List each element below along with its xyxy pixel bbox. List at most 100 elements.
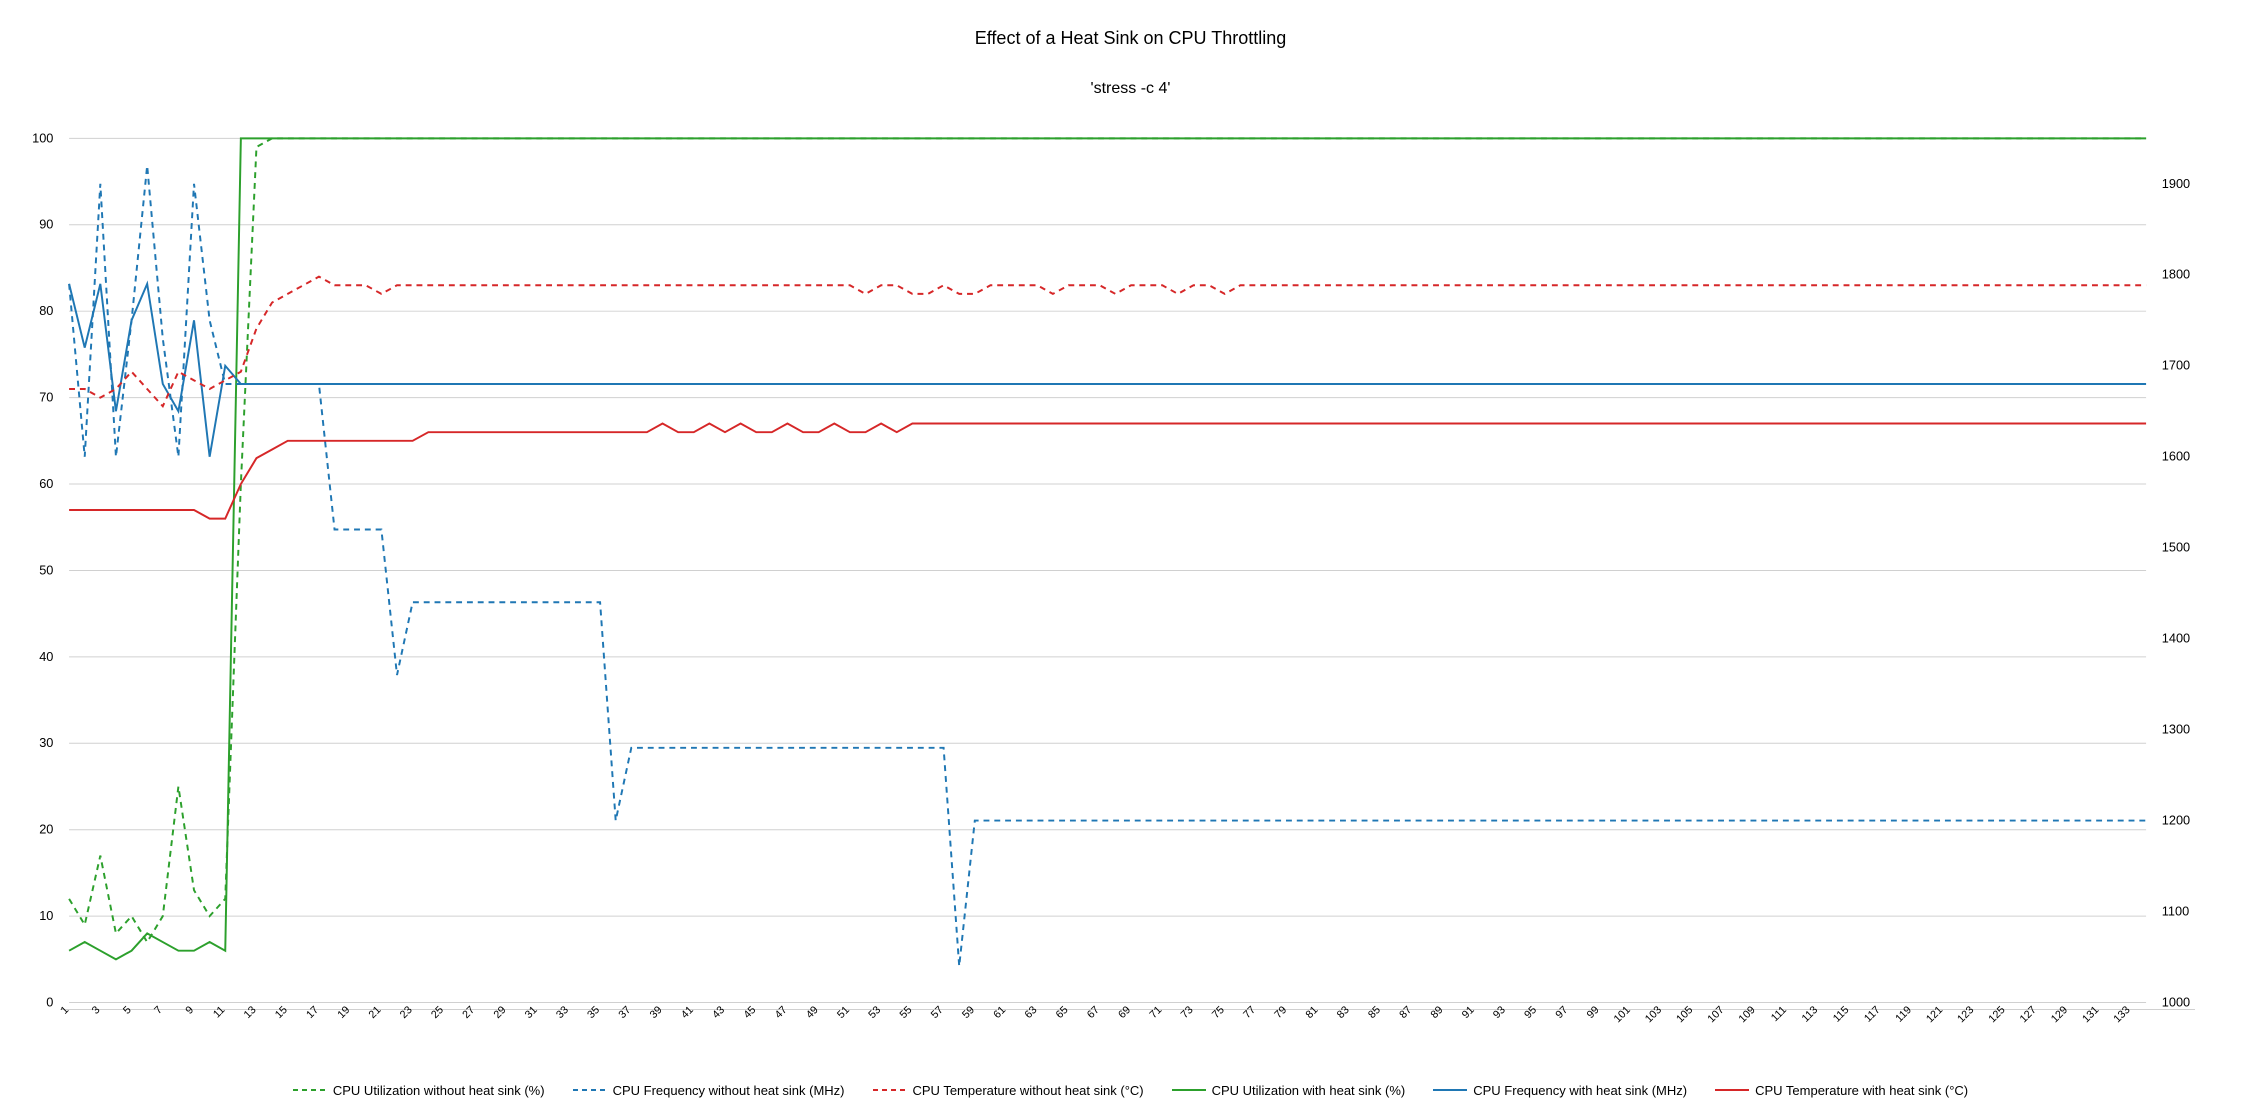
x-tick: 71 xyxy=(1147,1004,1164,1021)
x-tick: 49 xyxy=(804,1004,821,1021)
x-tick: 127 xyxy=(2018,1004,2039,1025)
series-line xyxy=(69,138,2146,959)
x-tick: 31 xyxy=(523,1004,540,1021)
x-tick: 97 xyxy=(1553,1004,1570,1021)
x-tick: 67 xyxy=(1085,1004,1102,1021)
legend-item: CPU Temperature without heat sink (°C) xyxy=(873,1083,1144,1098)
x-tick: 61 xyxy=(991,1004,1008,1021)
x-tick: 9 xyxy=(183,1004,196,1017)
legend-label: CPU Frequency without heat sink (MHz) xyxy=(613,1083,845,1098)
x-tick: 7 xyxy=(152,1004,165,1017)
y-left-tick: 70 xyxy=(39,390,53,405)
y-left-tick: 10 xyxy=(39,908,53,923)
x-tick: 25 xyxy=(429,1004,446,1021)
x-tick: 77 xyxy=(1241,1004,1258,1021)
x-tick: 111 xyxy=(1769,1004,1789,1024)
x-tick: 131 xyxy=(2080,1004,2101,1025)
y-right-tick: 1100 xyxy=(2162,904,2189,919)
x-tick: 3 xyxy=(90,1004,103,1017)
x-tick: 83 xyxy=(1335,1004,1352,1021)
x-tick: 89 xyxy=(1428,1004,1445,1021)
chart-title: Effect of a Heat Sink on CPU Throttling xyxy=(0,28,2261,49)
x-tick: 65 xyxy=(1054,1004,1071,1021)
y-left-tick: 60 xyxy=(39,476,53,491)
x-tick: 63 xyxy=(1022,1004,1039,1021)
x-tick: 75 xyxy=(1210,1004,1227,1021)
chart-subtitle: 'stress -c 4' xyxy=(0,80,2261,98)
legend-item: CPU Temperature with heat sink (°C) xyxy=(1715,1083,1968,1098)
legend-label: CPU Frequency with heat sink (MHz) xyxy=(1473,1083,1687,1098)
legend-item: CPU Utilization with heat sink (%) xyxy=(1172,1083,1406,1098)
legend-swatch xyxy=(573,1085,607,1095)
x-tick: 73 xyxy=(1179,1004,1196,1021)
legend-item: CPU Utilization without heat sink (%) xyxy=(293,1083,545,1098)
chart-plot-area: 0102030405060708090100100011001200130014… xyxy=(60,130,2195,1010)
series-line xyxy=(69,284,2146,457)
x-tick: 95 xyxy=(1522,1004,1539,1021)
x-tick: 129 xyxy=(2049,1004,2070,1025)
y-left-tick: 100 xyxy=(32,130,53,145)
y-left-tick: 20 xyxy=(39,822,53,837)
y-left-tick: 40 xyxy=(39,649,53,664)
chart-svg: 0102030405060708090100100011001200130014… xyxy=(20,130,2205,1060)
x-tick: 123 xyxy=(1955,1004,1976,1025)
x-tick: 11 xyxy=(211,1004,227,1020)
x-tick: 117 xyxy=(1862,1004,1883,1025)
legend-label: CPU Temperature without heat sink (°C) xyxy=(913,1083,1144,1098)
x-tick: 99 xyxy=(1585,1004,1602,1021)
x-tick: 125 xyxy=(1986,1004,2007,1025)
legend-swatch xyxy=(873,1085,907,1095)
legend-label: CPU Utilization with heat sink (%) xyxy=(1212,1083,1406,1098)
y-right-tick: 1500 xyxy=(2162,540,2190,555)
y-right-tick: 1200 xyxy=(2162,813,2190,828)
x-tick: 41 xyxy=(679,1004,696,1021)
y-right-tick: 1300 xyxy=(2162,722,2190,737)
x-tick: 119 xyxy=(1893,1004,1914,1025)
x-tick: 87 xyxy=(1397,1004,1414,1021)
x-tick: 15 xyxy=(273,1004,290,1021)
legend-item: CPU Frequency with heat sink (MHz) xyxy=(1433,1083,1687,1098)
x-tick: 57 xyxy=(929,1004,946,1021)
legend-swatch xyxy=(293,1085,327,1095)
x-tick: 13 xyxy=(242,1004,259,1021)
y-left-tick: 80 xyxy=(39,303,53,318)
x-tick: 101 xyxy=(1612,1004,1633,1025)
y-left-tick: 0 xyxy=(46,994,53,1009)
x-tick: 91 xyxy=(1460,1004,1477,1021)
y-left-tick: 30 xyxy=(39,735,53,750)
y-right-tick: 1000 xyxy=(2162,994,2190,1009)
legend-swatch xyxy=(1715,1085,1749,1095)
chart-legend: CPU Utilization without heat sink (%) CPU… xyxy=(0,1083,2261,1099)
x-tick: 39 xyxy=(648,1004,665,1021)
x-tick: 53 xyxy=(866,1004,883,1021)
x-tick: 27 xyxy=(460,1004,477,1021)
x-tick: 103 xyxy=(1643,1004,1664,1025)
x-tick: 23 xyxy=(398,1004,415,1021)
x-tick: 51 xyxy=(835,1004,852,1021)
legend-label: CPU Temperature with heat sink (°C) xyxy=(1755,1083,1968,1098)
x-tick: 29 xyxy=(491,1004,508,1021)
x-tick: 5 xyxy=(121,1004,134,1017)
x-tick: 113 xyxy=(1800,1004,1821,1025)
x-tick: 59 xyxy=(960,1004,977,1021)
y-right-tick: 1700 xyxy=(2162,358,2190,373)
series-line xyxy=(69,424,2146,519)
y-right-tick: 1900 xyxy=(2162,176,2190,191)
x-tick: 79 xyxy=(1272,1004,1289,1021)
legend-label: CPU Utilization without heat sink (%) xyxy=(333,1083,545,1098)
x-tick: 109 xyxy=(1737,1004,1758,1025)
legend-swatch xyxy=(1172,1085,1206,1095)
x-tick: 115 xyxy=(1831,1004,1852,1025)
x-tick: 47 xyxy=(773,1004,790,1021)
x-tick: 121 xyxy=(1924,1004,1945,1025)
x-tick: 133 xyxy=(2111,1004,2132,1025)
x-tick: 81 xyxy=(1304,1004,1321,1021)
y-right-tick: 1800 xyxy=(2162,267,2190,282)
legend-swatch xyxy=(1433,1085,1467,1095)
y-right-tick: 1600 xyxy=(2162,449,2190,464)
x-tick: 37 xyxy=(616,1004,633,1021)
x-tick: 85 xyxy=(1366,1004,1383,1021)
x-tick: 17 xyxy=(304,1004,321,1021)
series-line xyxy=(69,277,2146,407)
x-tick: 69 xyxy=(1116,1004,1133,1021)
